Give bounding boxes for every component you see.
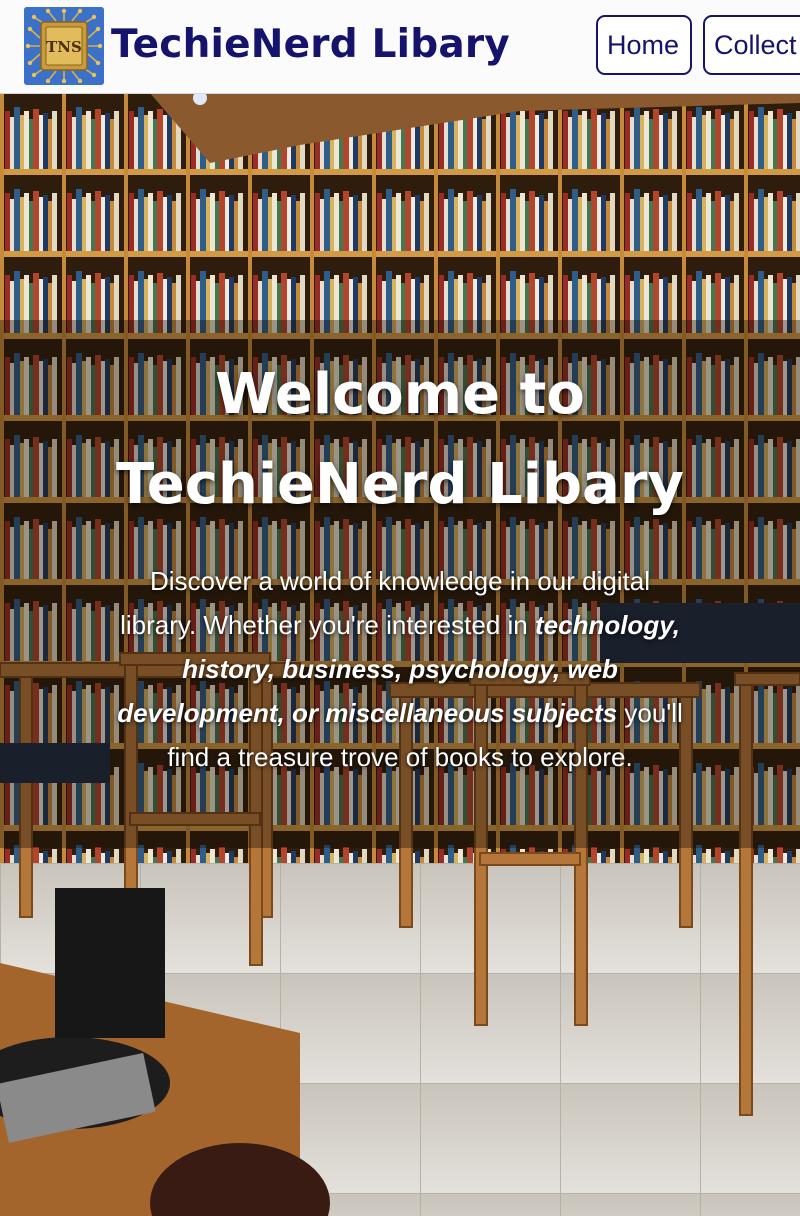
page: TNS TechieNerd Libary Home Collect Welco… — [0, 0, 800, 1216]
site-header: TNS TechieNerd Libary Home Collect — [0, 0, 800, 94]
svg-text:TNS: TNS — [46, 38, 82, 56]
hero-title-line-1: Welcome to — [215, 362, 585, 427]
hero-description: Discover a world of knowledge in our dig… — [112, 559, 688, 779]
hero-title-line-2: TechieNerd Libary — [116, 452, 684, 517]
logo[interactable]: TNS — [24, 7, 104, 85]
chip-icon: TNS — [24, 7, 104, 85]
hero-title: Welcome to TechieNerd Libary — [0, 350, 800, 530]
nav-home-button[interactable]: Home — [596, 15, 692, 75]
hero-section: Welcome to TechieNerd Libary Discover a … — [0, 93, 800, 1216]
site-title[interactable]: TechieNerd Libary — [111, 16, 510, 74]
nav-collection-button[interactable]: Collect — [703, 15, 800, 75]
